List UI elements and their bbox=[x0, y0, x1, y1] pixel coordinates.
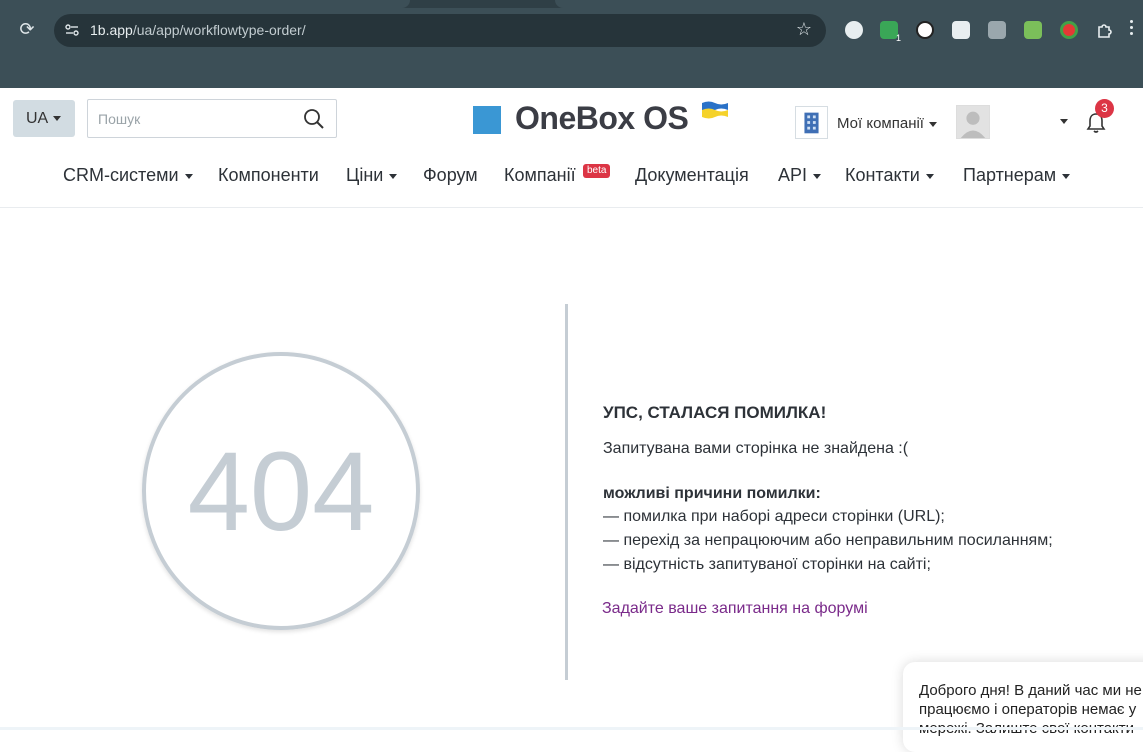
building-icon bbox=[795, 106, 828, 139]
reason-item: — перехід за непрацюючим або неправильни… bbox=[603, 532, 1053, 549]
nav-label: Форум bbox=[423, 165, 478, 185]
nav-api[interactable]: API bbox=[778, 165, 822, 186]
ukraine-flag-icon bbox=[702, 101, 728, 119]
tab-left[interactable] bbox=[0, 0, 410, 8]
my-companies-text: Мої компанії bbox=[837, 115, 924, 132]
site-settings-icon[interactable] bbox=[64, 22, 80, 38]
nav-forum[interactable]: Форум bbox=[423, 165, 478, 186]
nav-label: Ціни bbox=[346, 165, 384, 185]
browser-menu-icon[interactable] bbox=[1130, 20, 1133, 38]
forum-link[interactable]: Задайте ваше запитання на форумі bbox=[602, 600, 868, 618]
extension-icon-2[interactable]: 1 bbox=[880, 21, 901, 43]
error-code: 404 bbox=[187, 429, 375, 554]
chevron-down-icon bbox=[928, 121, 937, 127]
error-message: Запитувана вами сторінка не знайдена :( bbox=[603, 440, 909, 457]
extension-icon-1[interactable] bbox=[845, 21, 863, 39]
nav-label: Компанії bbox=[504, 165, 576, 185]
extension-icon-4[interactable] bbox=[952, 21, 970, 39]
reason-item: — помилка при наборі адреси сторінки (UR… bbox=[603, 508, 945, 525]
extension-icon-5[interactable] bbox=[988, 21, 1006, 39]
avatar[interactable] bbox=[956, 105, 990, 139]
chevron-down-icon bbox=[925, 173, 934, 179]
extension-icon-6[interactable] bbox=[1024, 21, 1042, 39]
content-divider bbox=[565, 304, 568, 680]
reasons-title: можливі причини помилки: bbox=[603, 485, 821, 502]
nav-label: Контакти bbox=[845, 165, 920, 185]
language-label: UA bbox=[26, 110, 49, 127]
extension-icon-3[interactable] bbox=[916, 21, 934, 39]
address-bar[interactable]: 1b.app/ua/app/workflowtype-order/ ☆ bbox=[54, 14, 826, 47]
search-icon[interactable] bbox=[303, 108, 325, 130]
header-divider bbox=[0, 207, 1143, 208]
chevron-down-icon bbox=[53, 116, 62, 122]
extension-badge: 1 bbox=[895, 33, 901, 43]
main-nav: CRM-системи Компоненти Ціни Форум Компан… bbox=[0, 165, 1143, 193]
search-box[interactable] bbox=[87, 99, 337, 138]
logo-text[interactable]: OneBox OS bbox=[515, 100, 689, 137]
chevron-down-icon bbox=[184, 173, 193, 179]
notifications-badge: 3 bbox=[1095, 99, 1114, 118]
search-input[interactable] bbox=[98, 109, 288, 129]
extensions-puzzle-icon[interactable] bbox=[1096, 21, 1114, 39]
language-dropdown[interactable]: UA bbox=[13, 100, 75, 137]
extension-icon-7[interactable] bbox=[1060, 21, 1078, 39]
error-title: УПС, СТАЛАСЯ ПОМИЛКА! bbox=[603, 403, 827, 422]
nav-label: Документація bbox=[635, 165, 749, 185]
my-companies-label: Мої компанії bbox=[837, 115, 937, 132]
url-path: /ua/app/workflowtype-order/ bbox=[132, 22, 306, 38]
nav-documentation[interactable]: Документація bbox=[635, 165, 749, 186]
reason-item: — відсутність запитуваної сторінки на са… bbox=[603, 556, 931, 573]
nav-label: API bbox=[778, 165, 808, 185]
tab-right[interactable] bbox=[555, 0, 1143, 8]
nav-crm-systems[interactable]: CRM-системи bbox=[63, 165, 193, 186]
nav-label: CRM-системи bbox=[63, 165, 179, 185]
chevron-down-icon bbox=[389, 173, 398, 179]
nav-contacts[interactable]: Контакти bbox=[845, 165, 934, 186]
chevron-down-icon bbox=[813, 173, 822, 179]
nav-label: Партнерам bbox=[963, 165, 1057, 185]
user-menu-chevron-icon[interactable] bbox=[1060, 119, 1068, 124]
chevron-down-icon bbox=[1062, 173, 1071, 179]
browser-chrome: ⟳ 1b.app/ua/app/workflowtype-order/ ☆ 1 bbox=[0, 0, 1143, 88]
reload-icon[interactable]: ⟳ bbox=[17, 20, 37, 40]
nav-companies[interactable]: Компанії bbox=[504, 165, 576, 186]
nav-partners[interactable]: Партнерам bbox=[963, 165, 1071, 186]
beta-badge: beta bbox=[583, 164, 611, 178]
logo-mark[interactable] bbox=[473, 106, 501, 134]
nav-label: Компоненти bbox=[218, 165, 319, 185]
nav-components[interactable]: Компоненти bbox=[218, 165, 319, 186]
url-text[interactable]: 1b.app/ua/app/workflowtype-order/ bbox=[90, 22, 306, 38]
nav-prices[interactable]: Ціни bbox=[346, 165, 398, 186]
url-host: 1b.app bbox=[90, 22, 133, 38]
bookmark-star-icon[interactable]: ☆ bbox=[796, 19, 812, 40]
chat-widget[interactable]: Доброго дня! В даний час ми не працюємо … bbox=[903, 662, 1143, 752]
